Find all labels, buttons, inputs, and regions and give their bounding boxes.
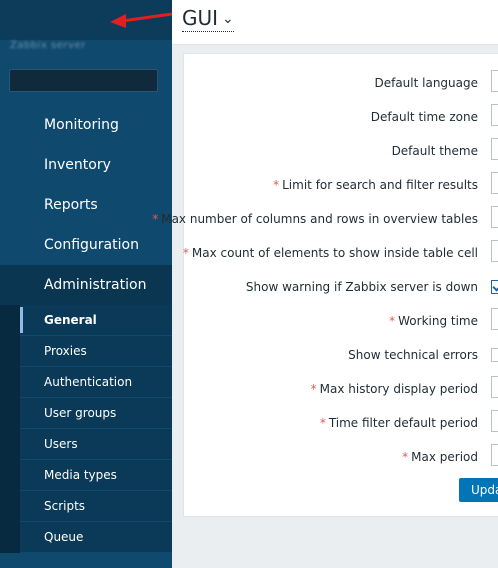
- main-menu: Monitoring Inventory Reports Configurati…: [0, 105, 172, 553]
- update-button[interactable]: Upda: [459, 478, 498, 502]
- submenu-item-authentication[interactable]: Authentication: [20, 367, 172, 398]
- form-label-max-overview-table-size: * Max number of columns and rows in overv…: [152, 212, 478, 226]
- menu-item-administration[interactable]: Administration: [0, 265, 172, 305]
- form-label-default-time-zone: Default time zone: [370, 110, 478, 124]
- form-label-show-technical-errors: Show technical errors: [348, 348, 478, 362]
- form-label-server-check: Show warning if Zabbix server is down: [245, 280, 478, 294]
- sidebar-search-input[interactable]: [9, 69, 158, 92]
- show-technical-errors-checkbox[interactable]: [491, 348, 498, 362]
- gui-settings-form: Default language Default time zone Defau…: [152, 53, 498, 517]
- form-label-default-language: Default language: [374, 76, 478, 90]
- page-header: GUI ⌄: [172, 0, 498, 45]
- submenu-item-user-groups[interactable]: User groups: [20, 398, 172, 429]
- menu-item-reports[interactable]: Reports: [0, 185, 172, 225]
- sidebar: Zabbix server Monitoring Inventory Repor…: [0, 0, 172, 568]
- form-label-search-limit: * Limit for search and filter results: [273, 178, 478, 192]
- page-title: GUI: [182, 6, 219, 30]
- form-label-default-period: * Time filter default period: [319, 416, 478, 430]
- max-in-table-input[interactable]: [491, 240, 498, 262]
- submenu-item-users[interactable]: Users: [20, 429, 172, 460]
- submenu-item-queue[interactable]: Queue: [20, 522, 172, 553]
- menu-item-configuration[interactable]: Configuration: [0, 225, 172, 265]
- form-label-working-time: * Working time: [389, 314, 478, 328]
- menu-item-inventory[interactable]: Inventory: [0, 145, 172, 185]
- default-time-zone-select[interactable]: [491, 104, 498, 126]
- submenu-item-scripts[interactable]: Scripts: [20, 491, 172, 522]
- submenu-item-proxies[interactable]: Proxies: [20, 336, 172, 367]
- administration-submenu: General Proxies Authentication User grou…: [0, 305, 172, 553]
- annotation-arrow-icon: [110, 12, 172, 28]
- server-name: Zabbix server: [10, 40, 86, 51]
- menu-item-monitoring[interactable]: Monitoring: [0, 105, 172, 145]
- max-period-input[interactable]: [491, 444, 498, 466]
- form-label-history-period: * Max history display period: [310, 382, 478, 396]
- working-time-input[interactable]: [491, 308, 498, 330]
- page-title-dropdown[interactable]: GUI ⌄: [182, 6, 234, 32]
- default-theme-select[interactable]: [491, 138, 498, 160]
- submenu-item-general[interactable]: General: [20, 305, 172, 336]
- form-label-default-theme: Default theme: [391, 144, 478, 158]
- server-check-checkbox[interactable]: [491, 280, 498, 294]
- submenu-item-media-types[interactable]: Media types: [20, 460, 172, 491]
- form-label-max-in-table: * Max count of elements to show inside ta…: [182, 246, 478, 260]
- default-period-input[interactable]: [491, 410, 498, 432]
- chevron-down-icon: ⌄: [222, 11, 234, 27]
- max-overview-table-size-input[interactable]: [491, 206, 498, 228]
- history-period-input[interactable]: [491, 376, 498, 398]
- logo-area: [0, 0, 172, 40]
- form-label-max-period: * Max period: [402, 450, 478, 464]
- default-language-select[interactable]: [491, 70, 498, 92]
- search-limit-input[interactable]: [491, 172, 498, 194]
